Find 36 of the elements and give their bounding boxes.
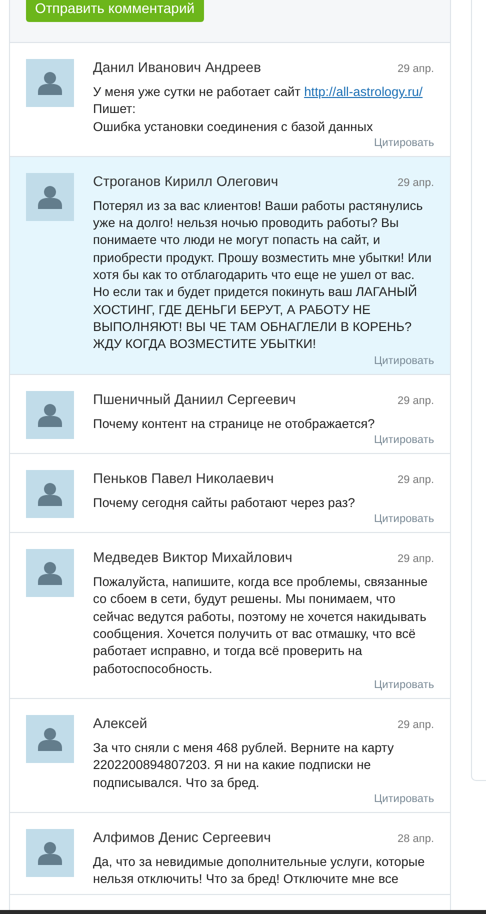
quote-link[interactable]: Цитировать <box>374 792 434 805</box>
avatar-icon <box>26 59 74 107</box>
comment-date: 29 апр. <box>398 63 434 75</box>
avatar-icon <box>26 549 74 598</box>
comment-text: Почему сегодня сайты работают через раз? <box>93 494 356 512</box>
comment-text: У меня уже сутки не работает сайт http://all-astrology.ru/ Пишет: Ошибка установки соединения с базой данных <box>93 83 424 135</box>
author-name: Медведев Виктор Михайлович <box>93 549 292 566</box>
author-name: Данил Иванович Андреев <box>93 59 261 75</box>
avatar-icon <box>26 470 74 518</box>
comment-date: 29 апр. <box>398 176 434 189</box>
author-name: Пеньков Павел Николаевич <box>93 470 274 486</box>
avatar-icon <box>26 390 74 439</box>
site-link[interactable]: http://all-astrology.ru/ <box>304 84 423 99</box>
avatar-icon <box>26 714 74 763</box>
quote-link[interactable]: Цитировать <box>374 136 434 149</box>
comment-date: 29 апр. <box>398 718 434 731</box>
comment-text: Потерял из за вас клиентов! Ваши работы растянулись уже на долго! нельзя ночью проводить работы? Вы понимаете что люди не могут попасть на сайт, и приобрести продукт. Прошу возместить мне убытки! Или хотя бы как то отблагодарить что еще не ушел от вас. Но если так и будет придется покинуть ваш ЛАГАНЫЙ ХОСТИНГ, ГДЕ ДЕНЬГИ БЕРУТ, А РАБОТУ НЕ ВЫПОЛНЯЮТ! ВЫ ЧЕ ТАМ ОБНАГЛЕЛИ В КОРЕНЬ? ЖДУ КОГДА ВОЗМЕСТИТЕ УБЫТКИ! <box>93 196 433 353</box>
comment-text: Почему контент на странице не отображается? <box>93 414 376 432</box>
quote-link[interactable]: Цитировать <box>374 354 434 367</box>
avatar-icon <box>26 172 74 221</box>
comment-text: За что сняли с меня 468 рублей. Верните на карту 2202200894807203. Я ни на какие подписки не подписывался. Что за бред. <box>93 738 395 791</box>
quote-link[interactable]: Цитировать <box>374 678 434 691</box>
submit-comment-button[interactable]: Отправить комментарий <box>26 0 204 22</box>
author-name: Алфимов Денис Сергеевич <box>93 828 271 845</box>
comment-text: Да, что за невидимые дополнительные услуги, которые нельзя отключить! Что за бред! Отключите мне все <box>93 852 426 888</box>
comment-date: 29 апр. <box>398 474 434 486</box>
comment-date: 28 апр. <box>398 832 434 845</box>
author-name: Пшеничный Даниил Сергеевич <box>93 390 296 407</box>
quote-link[interactable]: Цитировать <box>374 513 434 526</box>
avatar-icon <box>26 828 74 877</box>
comment-date: 29 апр. <box>398 394 434 407</box>
comment-date: 29 апр. <box>398 553 434 566</box>
author-name: Алексей <box>93 714 148 731</box>
author-name: Строганов Кирилл Олегович <box>93 172 278 189</box>
quote-link[interactable]: Цитировать <box>374 434 434 446</box>
comment-text: Пожалуйста, напишите, когда все проблемы, связанные со сбоем в сети, будут решены. Мы понимаем, что сейчас ведутся работы, поэтому не хочется накидывать сообщения. Хочется получить от вас отмашку, что всё работает исправно, и тогда всё проверить на работоспособность. <box>93 573 429 677</box>
